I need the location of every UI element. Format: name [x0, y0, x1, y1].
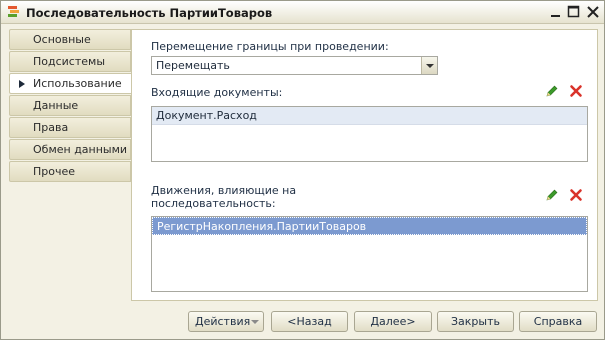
close-button[interactable]: Закрыть	[437, 311, 514, 332]
usage-panel: Перемещение границы при проведении: Пере…	[131, 29, 598, 301]
pencil-icon[interactable]	[545, 84, 559, 98]
minimize-icon[interactable]	[549, 5, 563, 19]
list-item[interactable]: Документ.Расход	[152, 107, 587, 125]
chevron-down-icon[interactable]	[421, 57, 437, 74]
pencil-icon[interactable]	[545, 188, 559, 202]
help-button[interactable]: Справка	[519, 311, 597, 332]
boundary-select[interactable]: Перемещать	[151, 56, 438, 75]
movements-label-line1: Движения, влияющие на	[151, 184, 297, 197]
tab-usage[interactable]: Использование	[9, 73, 133, 94]
sequence-icon	[8, 6, 19, 17]
title-bar[interactable]: Последовательность ПартииТоваров	[1, 1, 604, 24]
tab-subsystems[interactable]: Подсистемы	[9, 51, 131, 72]
boundary-value: Перемещать	[156, 59, 230, 72]
designer-window: Последовательность ПартииТоваров Основны…	[0, 0, 605, 340]
tab-data-exchange[interactable]: Обмен данными	[9, 139, 131, 160]
back-button[interactable]: <Назад	[271, 311, 348, 332]
tab-data[interactable]: Данные	[9, 95, 131, 116]
active-tab-marker-icon	[19, 80, 25, 88]
movements-label-line2: последовательность:	[151, 197, 276, 210]
section-tabs: Основные Подсистемы Использование Данные…	[9, 29, 133, 183]
close-icon[interactable]	[586, 5, 600, 19]
incoming-documents-list[interactable]: Документ.Расход	[151, 106, 588, 162]
window-title: Последовательность ПартииТоваров	[26, 6, 273, 20]
chevron-down-icon	[251, 320, 259, 324]
movements-registers-list[interactable]: РегистрНакопления.ПартииТоваров	[151, 216, 588, 292]
tab-rights[interactable]: Права	[9, 117, 131, 138]
next-button[interactable]: Далее>	[354, 311, 432, 332]
tab-main[interactable]: Основные	[9, 29, 131, 50]
incoming-documents-label: Входящие документы:	[151, 86, 283, 99]
tab-other[interactable]: Прочее	[9, 161, 131, 182]
maximize-icon[interactable]	[567, 5, 581, 19]
list-item[interactable]: РегистрНакопления.ПартииТоваров	[152, 217, 587, 235]
boundary-label: Перемещение границы при проведении:	[151, 40, 389, 53]
delete-x-icon[interactable]	[569, 188, 583, 202]
actions-button[interactable]: Действия	[188, 311, 264, 332]
delete-x-icon[interactable]	[569, 84, 583, 98]
